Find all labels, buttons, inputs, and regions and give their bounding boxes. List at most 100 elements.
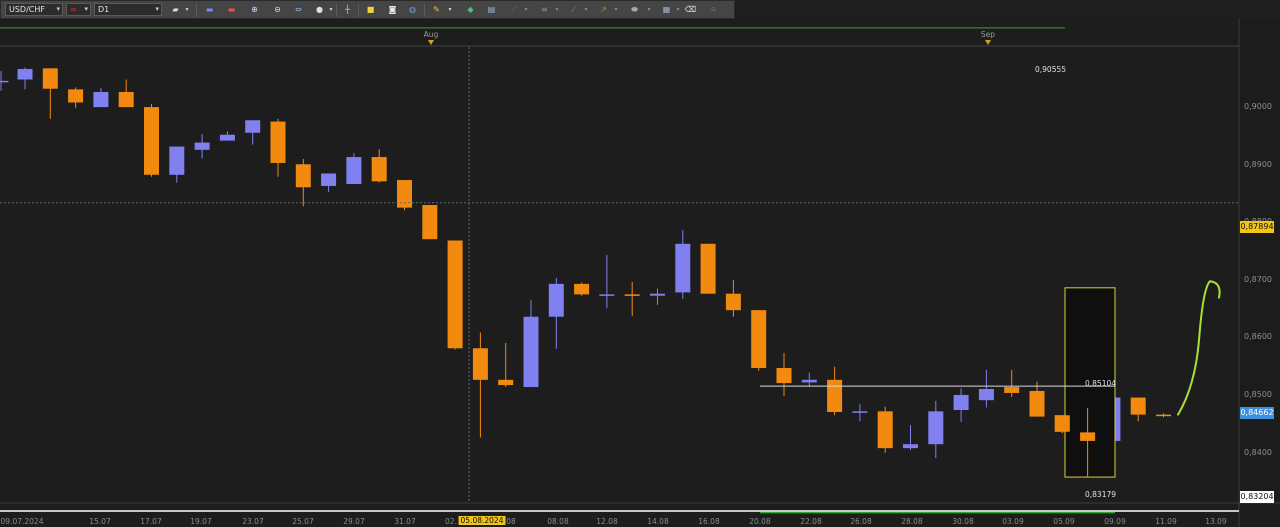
date-tick: 08 bbox=[506, 517, 516, 526]
note-icon[interactable]: ■ bbox=[364, 4, 377, 16]
date-tick: 05.09 bbox=[1053, 517, 1075, 526]
toolbar: USD/CHF ▾ ∞ ▾ D1 ▾ ▰ ▾ ▬ ▬ ⊕ ⊖ ⇔ ● ▾ ┼ ■… bbox=[0, 0, 735, 19]
date-tick: 20.08 bbox=[749, 517, 771, 526]
price-tick: 0,8700 bbox=[1244, 275, 1272, 284]
chevron-down-icon[interactable]: ▾ bbox=[612, 4, 620, 16]
shape-icon[interactable]: ⬬ bbox=[628, 4, 641, 16]
date-tick: 19.07 bbox=[190, 517, 212, 526]
candle-body bbox=[548, 283, 564, 317]
price-tick: 0,8900 bbox=[1244, 160, 1272, 169]
fibonacci-icon[interactable]: ⟋ bbox=[567, 4, 580, 16]
chevron-down-icon[interactable]: ▾ bbox=[446, 4, 454, 16]
candle-body bbox=[675, 243, 691, 293]
template-icon[interactable]: ▦ bbox=[660, 4, 673, 16]
month-label-sep: Sep bbox=[980, 30, 996, 39]
chevron-down-icon[interactable]: ▾ bbox=[553, 4, 561, 16]
date-tick: 30.08 bbox=[952, 517, 974, 526]
bottom-line-price-badge: 0,83204 bbox=[1240, 491, 1274, 503]
eraser-icon[interactable]: ⌫ bbox=[684, 4, 697, 16]
drawn-arrow-icon bbox=[1177, 280, 1221, 416]
timeframe-select[interactable]: D1 ▾ bbox=[94, 3, 162, 16]
crosshair-price-badge: 0,87894 bbox=[1240, 221, 1274, 233]
table-icon[interactable]: ▤ bbox=[485, 4, 498, 16]
date-tick: 17.07 bbox=[140, 517, 162, 526]
current-price-badge: 0,84662 bbox=[1240, 407, 1274, 419]
candle-body bbox=[245, 120, 261, 133]
chevron-down-icon[interactable]: ▾ bbox=[183, 4, 191, 16]
candle-body bbox=[877, 411, 893, 449]
scroll-icon[interactable]: ⇔ bbox=[292, 4, 305, 16]
symbol-value: USD/CHF bbox=[9, 5, 45, 14]
date-tick: 23.07 bbox=[242, 517, 264, 526]
crosshair-icon[interactable]: ┼ bbox=[341, 4, 354, 16]
arrow-draw-icon[interactable]: ↗ bbox=[597, 4, 610, 16]
chevron-down-icon[interactable]: ▾ bbox=[522, 4, 530, 16]
zoom-in-icon[interactable]: ⊕ bbox=[248, 4, 261, 16]
candle-body bbox=[472, 348, 488, 380]
candle-body bbox=[219, 134, 235, 141]
candle-body bbox=[270, 121, 286, 163]
chevron-down-icon[interactable]: ▾ bbox=[582, 4, 590, 16]
candle-body bbox=[801, 379, 817, 383]
candle-body bbox=[0, 80, 9, 83]
symbol-select[interactable]: USD/CHF ▾ bbox=[5, 3, 63, 16]
month-marker-icon bbox=[985, 40, 991, 45]
candle-body bbox=[978, 389, 994, 401]
chart-area[interactable] bbox=[0, 19, 1280, 527]
toolbar-divider bbox=[336, 4, 337, 17]
pencil-icon[interactable]: ✎ bbox=[430, 4, 443, 16]
trendline-icon[interactable]: ⟋ bbox=[507, 4, 520, 16]
toolbar-divider bbox=[358, 4, 359, 17]
date-tick: 13.09 bbox=[1205, 517, 1227, 526]
date-tick: 11.09 bbox=[1155, 517, 1177, 526]
candle-body bbox=[397, 180, 412, 208]
price-tick: 0,8400 bbox=[1244, 448, 1272, 457]
zoom-out-icon[interactable]: ⊖ bbox=[271, 4, 284, 16]
candle-body bbox=[118, 91, 134, 108]
candle-body bbox=[1130, 397, 1146, 415]
candle-body bbox=[498, 379, 514, 386]
indicator-icon[interactable]: ● bbox=[313, 4, 326, 16]
level-label-middle: 0,85104 bbox=[1085, 379, 1117, 388]
candle-body bbox=[194, 142, 210, 150]
price-tick: 0,9000 bbox=[1244, 102, 1272, 111]
date-tick: 15.07 bbox=[89, 517, 111, 526]
date-tick: 28.08 bbox=[901, 517, 923, 526]
candle-body bbox=[346, 157, 362, 184]
chevron-down-icon[interactable]: ▾ bbox=[645, 4, 653, 16]
candle-up-icon[interactable]: ▬ bbox=[203, 4, 216, 16]
candle-body bbox=[776, 367, 792, 384]
price-tick: 0,8500 bbox=[1244, 390, 1272, 399]
candle-body bbox=[827, 379, 843, 413]
globe-icon[interactable]: ◍ bbox=[406, 4, 419, 16]
month-marker-icon bbox=[428, 40, 434, 45]
toolbar-divider bbox=[424, 4, 425, 17]
candle-body bbox=[42, 68, 58, 89]
date-tick: 14.08 bbox=[647, 517, 669, 526]
toolbar-divider bbox=[196, 4, 197, 17]
candle-body bbox=[321, 173, 337, 186]
level-label-bottom: 0,83179 bbox=[1085, 490, 1117, 499]
candle-body bbox=[700, 243, 716, 294]
chevron-down-icon[interactable]: ▾ bbox=[674, 4, 682, 16]
grid-icon[interactable]: ⁘ bbox=[707, 4, 720, 16]
chart-link-select[interactable]: ∞ ▾ bbox=[66, 3, 91, 16]
candle-body bbox=[928, 411, 944, 445]
candle-body bbox=[17, 68, 33, 80]
link-icon: ∞ bbox=[70, 5, 77, 14]
signals-icon[interactable]: ◆ bbox=[464, 4, 477, 16]
chart-type-icon[interactable]: ▰ bbox=[169, 4, 182, 16]
candle-body bbox=[93, 91, 109, 108]
chevron-down-icon: ▾ bbox=[56, 5, 60, 13]
chevron-down-icon: ▾ bbox=[84, 5, 88, 13]
timeframe-value: D1 bbox=[98, 5, 110, 14]
candle-down-icon[interactable]: ▬ bbox=[225, 4, 238, 16]
candle-body bbox=[1080, 432, 1096, 441]
channel-icon[interactable]: ≡ bbox=[538, 4, 551, 16]
month-label-aug: Aug bbox=[423, 30, 439, 39]
date-tick: 08.08 bbox=[547, 517, 569, 526]
candle-body bbox=[447, 240, 463, 349]
camera-icon[interactable]: ◙ bbox=[386, 4, 399, 16]
candlestick-chart[interactable] bbox=[0, 19, 1280, 527]
chevron-down-icon[interactable]: ▾ bbox=[327, 4, 335, 16]
